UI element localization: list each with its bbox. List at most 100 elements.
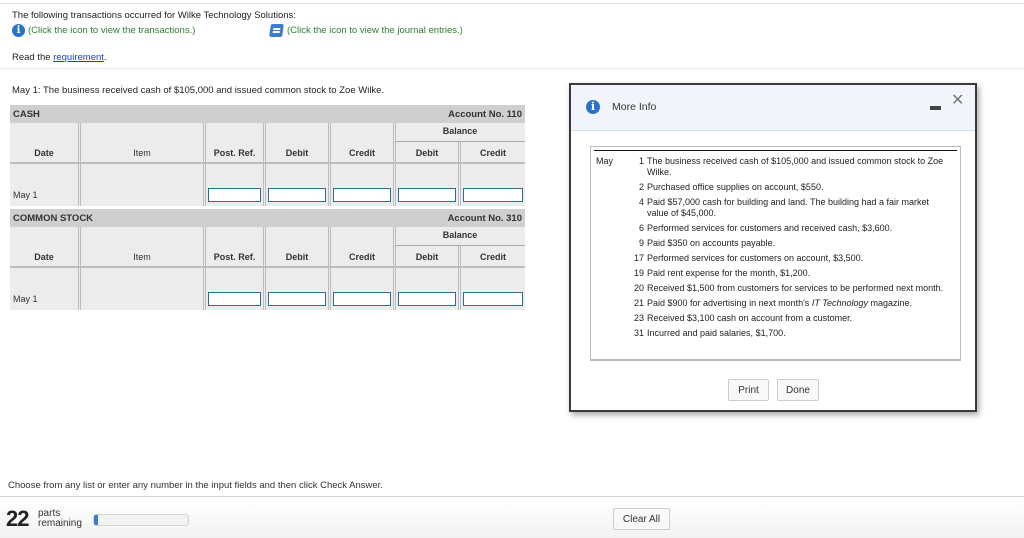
col-balance-debit: Debit [415, 148, 439, 158]
section-divider [0, 68, 1024, 69]
ledger-cash: CASH Account No. 110 Date Item Post. Ref… [10, 105, 525, 206]
progress-bar [93, 514, 189, 526]
col-date: Date [34, 252, 54, 262]
transactions-list: 1 The business received cash of $105,000 … [630, 156, 948, 343]
done-button[interactable]: Done [777, 379, 819, 401]
transaction-text: Performed services for customers and rec… [647, 223, 893, 233]
read-requirement-prefix: Read the [12, 52, 54, 63]
transaction-text: Purchased office supplies on account, $5… [647, 182, 824, 192]
transaction-text: Received $1,500 from customers for servi… [647, 283, 944, 293]
credit-input[interactable] [333, 292, 391, 306]
transactions-month: May [596, 156, 614, 166]
transaction-item: 17 Performed services for customers on ac… [630, 253, 948, 264]
col-date: Date [34, 148, 54, 158]
col-item: Item [133, 148, 151, 158]
col-balance-debit: Debit [415, 252, 439, 262]
transaction-item: 9 Paid $350 on accounts payable. [630, 238, 948, 249]
transaction-day: 9 [638, 238, 644, 248]
row-date: May 1 [13, 190, 38, 200]
more-info-dialog: i More Info ✕ May 1 The business received… [569, 83, 977, 412]
transaction-text: Received $3,100 cash on account from a c… [647, 313, 853, 323]
transaction-text: Paid $350 on accounts payable. [647, 238, 776, 248]
transaction-text: Performed services for customers on acco… [647, 253, 864, 263]
row-item [81, 268, 206, 310]
transaction-day: 17 [633, 253, 644, 263]
balance-debit-input[interactable] [398, 292, 456, 306]
question-text: May 1: The business received cash of $10… [12, 85, 385, 96]
view-transactions-link[interactable]: i (Click the icon to view the transactio… [12, 24, 195, 37]
credit-input[interactable] [333, 188, 391, 202]
transaction-day: 1 [638, 156, 644, 166]
account-number: Account No. 310 [447, 212, 522, 224]
read-requirement-suffix: . [103, 52, 107, 63]
ledger-common-stock: COMMON STOCK Account No. 310 Date Item P… [10, 209, 525, 310]
info-icon: i [586, 100, 600, 114]
col-debit: Debit [285, 148, 309, 158]
col-balance-credit: Credit [479, 148, 506, 158]
post-ref-input[interactable] [208, 188, 261, 202]
balance-debit-input[interactable] [398, 188, 456, 202]
col-credit: Credit [348, 148, 375, 158]
journal-book-icon[interactable] [269, 24, 284, 37]
transaction-item: 20 Received $1,500 from customers for ser… [630, 283, 948, 294]
transaction-day: 21 [633, 298, 644, 308]
transaction-item: 2 Purchased office supplies on account, $… [630, 182, 948, 193]
print-button[interactable]: Print [728, 379, 769, 401]
col-item: Item [133, 252, 151, 262]
clear-all-button[interactable]: Clear All [613, 508, 670, 530]
transaction-text: Paid $57,000 cash for building and land.… [647, 197, 930, 218]
transaction-item: 6 Performed services for customers and re… [630, 223, 948, 234]
transaction-day: 6 [638, 223, 644, 233]
parts-remaining-label: parts remaining [38, 509, 82, 529]
view-journal-link[interactable]: (Click the icon to view the journal entr… [269, 24, 463, 37]
account-number: Account No. 110 [448, 108, 522, 120]
transaction-day: 20 [633, 283, 644, 293]
post-ref-input[interactable] [208, 292, 261, 306]
transaction-text: The business received cash of $105,000 a… [647, 156, 944, 177]
col-balance-credit: Credit [479, 252, 506, 262]
ledger-row: May 1 [10, 268, 525, 310]
col-debit: Debit [285, 252, 309, 262]
view-journal-label[interactable]: (Click the icon to view the journal entr… [287, 25, 463, 36]
transaction-item: 31 Incurred and paid salaries, $1,700. [630, 328, 948, 339]
minimize-icon[interactable] [930, 106, 941, 110]
account-name: COMMON STOCK [13, 212, 94, 224]
ledger-title-bar: COMMON STOCK Account No. 310 [10, 209, 525, 227]
balance-label: Balance [442, 126, 478, 136]
transaction-text: Paid rent expense for the month, $1,200. [647, 268, 811, 278]
balance-credit-input[interactable] [463, 188, 523, 202]
close-icon[interactable]: ✕ [951, 93, 964, 109]
row-date: May 1 [13, 294, 38, 304]
dialog-title: More Info [612, 101, 657, 113]
info-icon[interactable]: i [12, 24, 25, 37]
intro-text: The following transactions occurred for … [12, 10, 296, 21]
ledger-title-bar: CASH Account No. 110 [10, 105, 525, 123]
ledger-header: Date Item Post. Ref. Debit Credit Balanc… [10, 123, 525, 164]
parts-label-line2: remaining [38, 518, 82, 529]
top-divider [0, 3, 1024, 4]
balance-credit-input[interactable] [463, 292, 523, 306]
view-transactions-label[interactable]: (Click the icon to view the transactions… [28, 25, 195, 36]
transactions-box: May 1 The business received cash of $105,… [590, 146, 961, 361]
ledger-row: May 1 [10, 164, 525, 206]
transaction-item: 19 Paid rent expense for the month, $1,20… [630, 268, 948, 279]
magazine-title: IT Technology [811, 298, 869, 308]
read-requirement: Read the requirement. [12, 52, 107, 63]
transaction-day: 31 [633, 328, 644, 338]
transaction-item: 1 The business received cash of $105,000 … [630, 156, 948, 178]
transaction-day: 19 [633, 268, 644, 278]
transaction-day: 23 [633, 313, 644, 323]
transaction-item: 4 Paid $57,000 cash for building and land… [630, 197, 948, 219]
transaction-text: Incurred and paid salaries, $1,700. [647, 328, 786, 338]
ledger-header: Date Item Post. Ref. Debit Credit Balanc… [10, 227, 525, 268]
dialog-header: i More Info ✕ [571, 85, 975, 131]
col-credit: Credit [348, 252, 375, 262]
parts-remaining-count: 22 [6, 506, 30, 531]
transaction-item: 21 Paid $900 for advertising in next mont… [630, 298, 948, 309]
transaction-day: 2 [638, 182, 644, 192]
col-post-ref: Post. Ref. [213, 252, 256, 262]
debit-input[interactable] [268, 292, 326, 306]
debit-input[interactable] [268, 188, 326, 202]
requirement-link[interactable]: requirement [53, 52, 104, 63]
col-post-ref: Post. Ref. [213, 148, 256, 158]
